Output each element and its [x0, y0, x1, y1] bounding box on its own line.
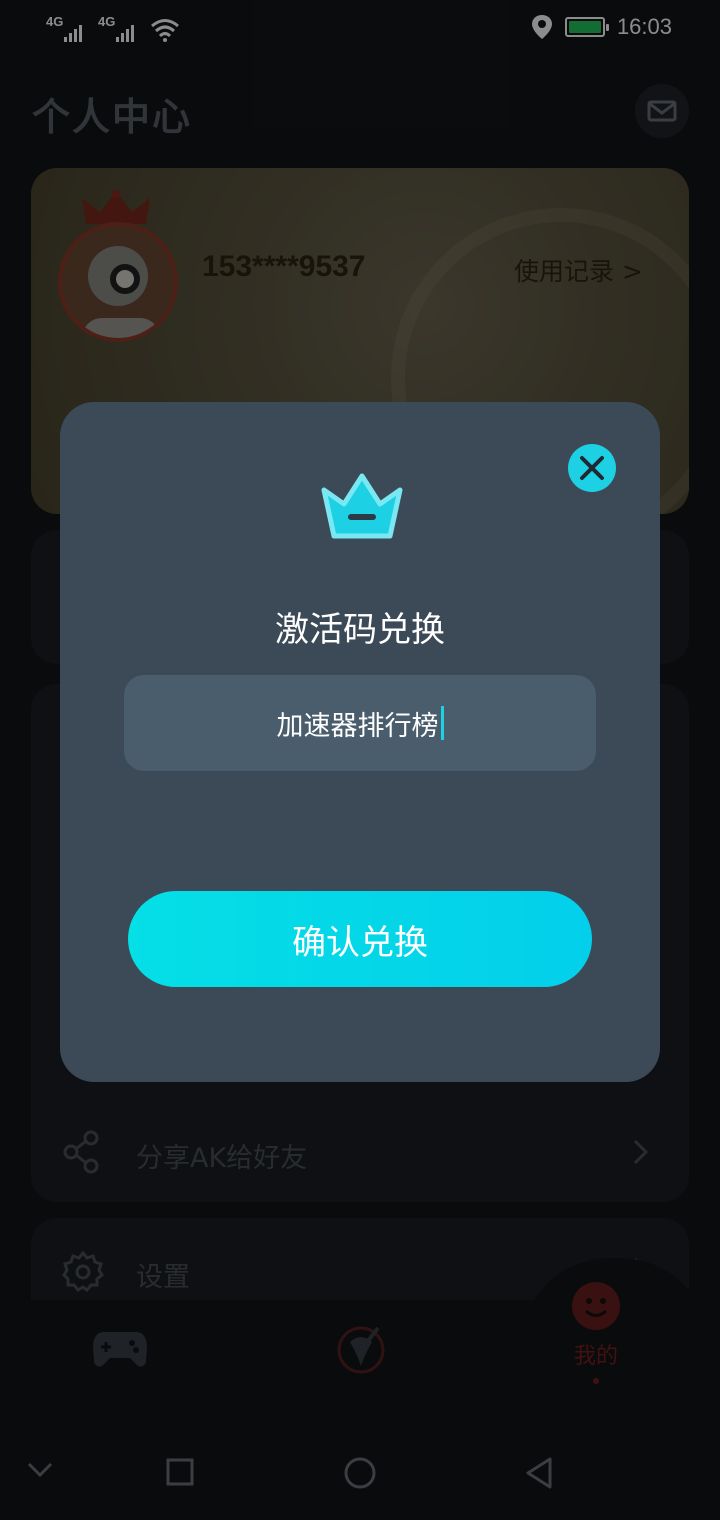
activation-code-input[interactable]: 加速器排行榜: [124, 675, 596, 771]
dialog-title: 激活码兑换: [275, 610, 445, 650]
activation-dialog: 激活码兑换 加速器排行榜 确认兑换: [60, 402, 660, 1082]
input-value: 加速器排行榜: [276, 710, 439, 742]
close-icon: [580, 456, 604, 480]
confirm-redeem-button[interactable]: 确认兑换: [128, 891, 592, 987]
crown-icon: [321, 473, 403, 539]
text-caret: [440, 706, 444, 740]
close-button[interactable]: [568, 444, 616, 492]
